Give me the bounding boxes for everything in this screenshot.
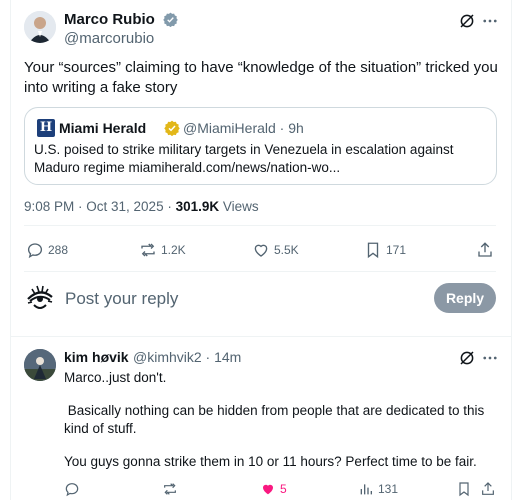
more-options-icon[interactable] xyxy=(481,349,499,367)
verified-gold-icon xyxy=(164,120,180,136)
bookmark-count: 171 xyxy=(386,243,407,257)
author-name[interactable]: Marco Rubio xyxy=(64,11,178,28)
reply-icon xyxy=(65,483,79,497)
author-avatar[interactable] xyxy=(24,11,56,43)
views-label: Views xyxy=(222,199,259,214)
heart-icon xyxy=(254,244,268,257)
share-icon xyxy=(478,242,492,257)
more-options-icon[interactable] xyxy=(481,12,499,30)
reply-author-avatar[interactable] xyxy=(24,349,56,381)
views-action[interactable]: 131 xyxy=(358,479,398,499)
quoted-tweet[interactable]: H Miami Herald @MiamiHerald · 9h U.S. po… xyxy=(24,107,497,185)
views-count: 131 xyxy=(378,482,399,496)
reply-input[interactable]: Post your reply xyxy=(65,289,178,309)
like-count: 5.5K xyxy=(274,243,299,257)
share-action[interactable] xyxy=(476,240,494,260)
share-action[interactable] xyxy=(480,479,496,499)
bookmark-action[interactable]: 171 xyxy=(364,240,406,260)
divider xyxy=(10,336,512,337)
divider xyxy=(24,225,496,226)
tweet-actions: 288 1.2K 5.5K 171 xyxy=(24,240,496,260)
repost-action[interactable] xyxy=(162,479,178,499)
verified-badge-icon xyxy=(163,12,178,27)
grok-icon[interactable] xyxy=(458,349,476,367)
repost-icon xyxy=(141,243,155,257)
user-avatar-icon[interactable] xyxy=(24,281,56,313)
repost-action[interactable]: 1.2K xyxy=(139,240,186,260)
bookmark-icon xyxy=(367,242,379,259)
grok-icon[interactable] xyxy=(458,12,476,30)
reply-text-line: Marco..just don't. xyxy=(64,370,167,385)
heart-filled-icon xyxy=(263,484,273,495)
share-icon xyxy=(482,482,494,495)
bookmark-action[interactable] xyxy=(456,479,472,499)
reply-text-line: You guys gonna strike them in 10 or 11 h… xyxy=(64,454,477,469)
reply-actions: 5 131 xyxy=(64,479,496,497)
reply-icon xyxy=(27,243,43,259)
like-action[interactable]: 5.5K xyxy=(252,240,299,260)
quoted-text: U.S. poised to strike military targets i… xyxy=(34,142,454,175)
tweet-text: Your “sources” claiming to have “knowled… xyxy=(24,59,498,96)
repost-count: 1.2K xyxy=(161,243,186,257)
divider xyxy=(24,271,496,272)
analytics-icon xyxy=(360,484,372,495)
reply-action[interactable] xyxy=(64,479,80,499)
repost-icon xyxy=(164,483,176,495)
quoted-author-name: Miami Herald xyxy=(59,120,147,136)
reply-action[interactable]: 288 xyxy=(26,240,68,260)
reply-author-name[interactable]: kim høvik xyxy=(64,349,129,365)
reply-composer: Post your reply Reply xyxy=(24,281,496,315)
tweet-metadata: 9:08 PM · Oct 31, 2025 · 301.9K Views xyxy=(24,199,259,214)
reply-button[interactable]: Reply xyxy=(434,283,496,313)
reply-handle-time[interactable]: @kimhvik2 · 14m xyxy=(133,349,241,365)
miami-herald-logo: H xyxy=(37,119,55,137)
like-count: 5 xyxy=(280,482,287,496)
quoted-handle-time: @MiamiHerald · 9h xyxy=(183,120,304,136)
timestamp[interactable]: 9:08 PM · Oct 31, 2025 · xyxy=(24,199,172,214)
like-action[interactable]: 5 xyxy=(260,479,287,499)
bookmark-icon xyxy=(459,482,469,497)
author-handle[interactable]: @marcorubio xyxy=(64,30,154,47)
reply-count: 288 xyxy=(48,243,69,257)
views-count: 301.9K xyxy=(175,199,220,214)
reply-text-line: Basically nothing can be hidden from peo… xyxy=(64,403,489,436)
